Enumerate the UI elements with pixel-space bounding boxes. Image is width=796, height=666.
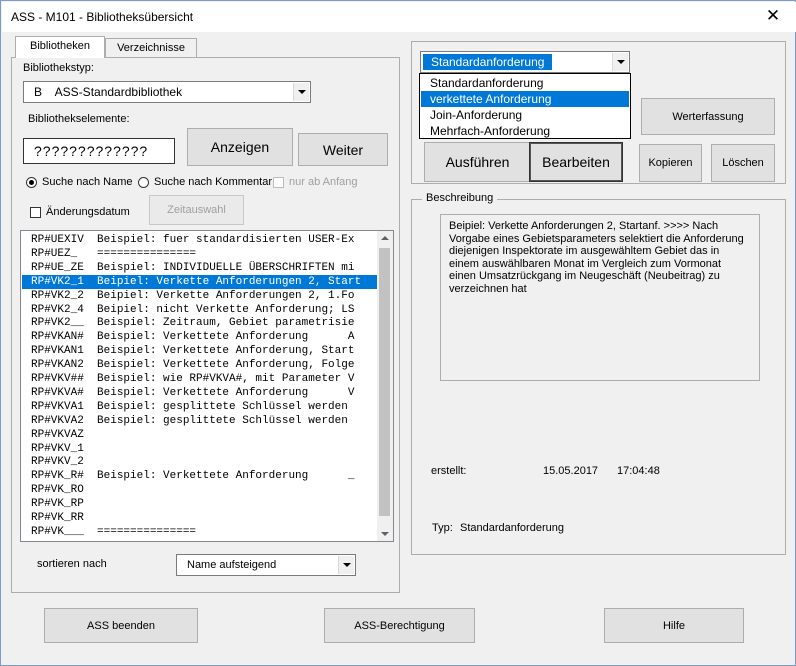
copy-button[interactable]: Kopieren [639,144,702,182]
show-button[interactable]: Anzeigen [187,128,293,166]
list-item[interactable]: RP#VKVA2 Beispiel: gesplittete Schlüssel… [31,414,348,428]
list-item[interactable]: RP#UEZ_ =============== [31,247,196,261]
list-item[interactable]: RP#VK_R# Beispiel: Verkettete Anforderun… [31,469,354,483]
list-item[interactable]: RP#VKV## Beispiel: wie RP#VKVA#, mit Par… [31,372,354,386]
list-item[interactable]: RP#UEXIV Beispiel: fuer standardisierten… [31,233,354,247]
time-select-button[interactable]: Zeitauswahl [149,195,244,225]
library-element-list[interactable]: RP#UEXIV Beispiel: fuer standardisierten… [20,230,394,542]
close-icon[interactable]: ✕ [758,6,788,26]
lib-type-label: Bibliothekstyp: [23,62,94,74]
elements-label: Bibliothekselemente: [28,113,130,125]
change-date-label: Änderungsdatum [46,206,130,218]
list-item[interactable]: RP#VK2_2 Beipiel: Verkette Anforderungen… [31,289,354,303]
radio-search-name[interactable] [26,177,37,188]
window-title: ASS - M101 - Bibliotheksübersicht [11,10,194,24]
only-start-checkbox[interactable] [273,177,284,188]
value-entry-button[interactable]: Werterfassung [641,98,775,135]
search-value: ????????????? [34,143,149,159]
list-item[interactable]: RP#VK___ =============== [31,525,196,539]
chevron-down-icon [612,53,628,71]
tab-label: Bibliotheken [30,40,90,52]
list-item[interactable]: RP#VK_RO [31,483,84,497]
list-item[interactable]: RP#VKVA1 Beispiel: gesplittete Schlüssel… [31,400,348,414]
list-item[interactable]: RP#VK_RP [31,497,84,511]
title-bar: ASS - M101 - Bibliotheksübersicht ✕ [2,2,796,32]
description-panel: Beschreibung Beipiel: Verkette Anforderu… [411,192,786,555]
permission-button[interactable]: ASS-Berechtigung [324,608,475,643]
tab-verzeichnisse[interactable]: Verzeichnisse [105,38,197,57]
search-input[interactable]: ????????????? [23,138,175,164]
library-panel: Bibliothekstyp: B ASS-Standardbibliothek… [11,57,400,593]
delete-button[interactable]: Löschen [711,144,775,182]
list-item[interactable]: RP#VKVAZ [31,428,84,442]
dropdown-option-selected[interactable]: verkettete Anforderung [421,91,629,107]
scroll-up-icon[interactable] [381,236,389,240]
sort-select[interactable]: Name aufsteigend [176,554,356,576]
help-button[interactable]: Hilfe [604,608,744,643]
list-item[interactable]: RP#VK2__ Beispiel: Zeitraum, Gebiet para… [31,316,354,330]
radio-search-comment[interactable] [138,177,149,188]
description-text: Beipiel: Verkette Anforderungen 2, Start… [440,214,760,381]
sort-label: sortieren nach [37,558,107,570]
exit-button[interactable]: ASS beenden [44,608,198,643]
next-button[interactable]: Weiter [298,133,388,166]
list-item[interactable]: RP#VKAN1 Beispiel: Verkettete Anforderun… [31,344,354,358]
description-label: Beschreibung [422,192,498,204]
tab-label: Verzeichnisse [117,42,185,54]
list-item[interactable]: RP#VKAN2 Beispiel: Verkettete Anforderun… [31,358,354,372]
dropdown-option[interactable]: Mehrfach-Anforderung [421,123,629,139]
list-item[interactable]: RP#VKAN# Beispiel: Verkettete Anforderun… [31,330,354,344]
list-item[interactable]: RP#VK_RR [31,511,84,525]
sort-value: Name aufsteigend [187,559,277,571]
edit-button[interactable]: Bearbeiten [529,142,623,182]
created-time: 17:04:48 [617,465,660,477]
tab-bibliotheken[interactable]: Bibliotheken [15,36,105,58]
change-date-checkbox[interactable] [30,207,41,218]
created-date: 15.05.2017 [543,465,599,477]
execute-button[interactable]: Ausführen [424,142,531,182]
request-type-value: Standardanforderung [423,54,553,70]
request-type-dropdown[interactable]: Standardanforderung verkettete Anforderu… [419,73,631,139]
list-item[interactable]: RP#VKVA# Beispiel: Verkettete Anforderun… [31,386,354,400]
request-type-select[interactable]: Standardanforderung [420,51,630,73]
only-start-label: nur ab Anfang [289,176,358,188]
list-item[interactable]: RP#UE_ZE Beispiel: INDIVIDUELLE ÜBERSCHR… [31,261,354,275]
dropdown-option[interactable]: Join-Anforderung [421,107,629,123]
type-value: Standardanforderung [460,522,564,534]
radio-search-name-label: Suche nach Name [42,176,133,188]
scroll-thumb[interactable] [379,248,390,516]
created-label: erstellt: [431,465,467,477]
lib-type-select[interactable]: B ASS-Standardbibliothek [23,81,311,103]
main-window: ASS - M101 - Bibliotheksübersicht ✕ Bibl… [0,0,796,666]
radio-search-comment-label: Suche nach Kommentar [154,176,273,188]
dropdown-option[interactable]: Standardanforderung [421,75,629,91]
chevron-down-icon [338,556,354,574]
chevron-down-icon [293,83,309,101]
type-label: Typ: [432,522,453,534]
list-item-selected[interactable]: RP#VK2_1 Beipiel: Verkette Anforderungen… [22,274,378,289]
list-item[interactable]: RP#VK2_4 Beipiel: nicht Verkette Anforde… [31,303,354,317]
scroll-down-icon[interactable] [381,532,389,536]
list-item[interactable]: RP#VKV_1 [31,442,84,456]
list-item[interactable]: RP#VKV_2 [31,455,84,469]
lib-type-value: B ASS-Standardbibliothek [34,85,183,99]
list-scrollbar[interactable] [377,231,393,541]
